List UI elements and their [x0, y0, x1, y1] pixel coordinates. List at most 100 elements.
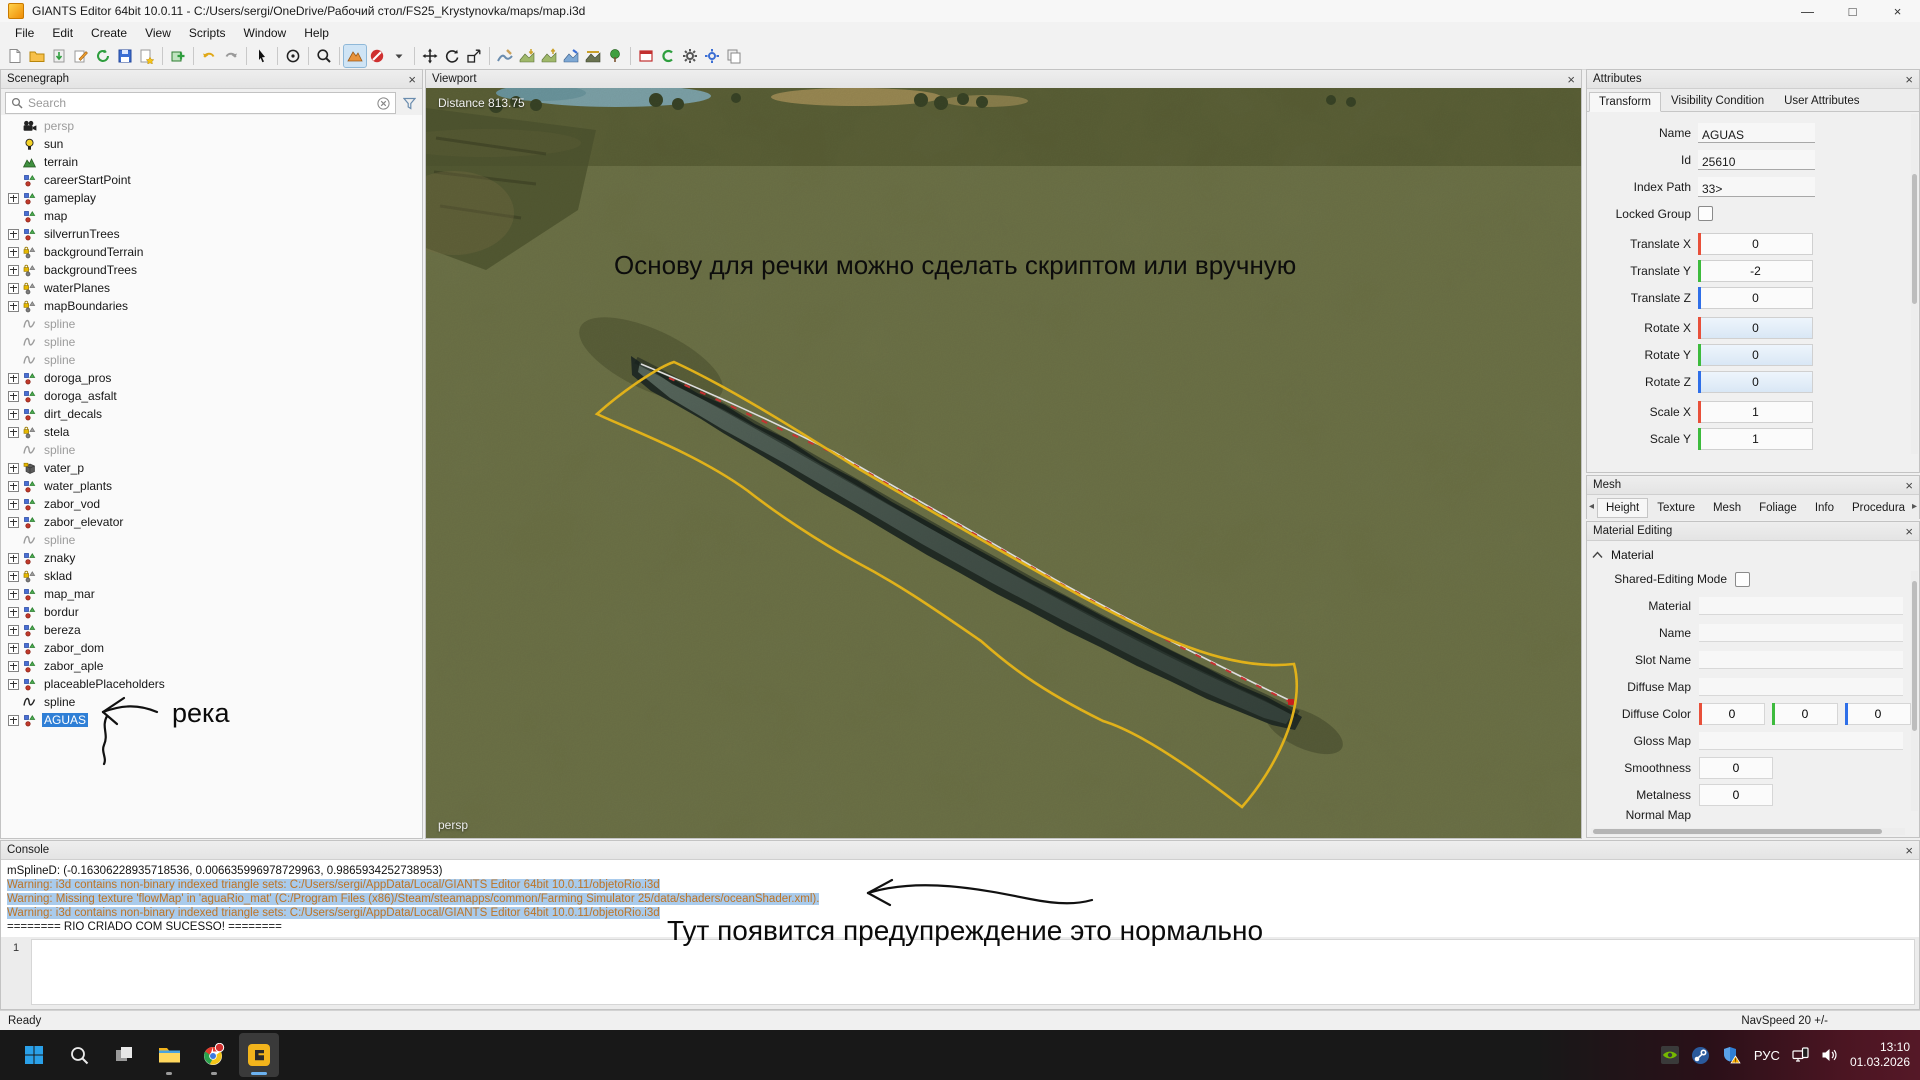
taskbar-search-icon[interactable]: [59, 1033, 99, 1077]
material-hscrollbar[interactable]: [1591, 828, 1905, 835]
script-input[interactable]: [31, 939, 1915, 1005]
orbit-tool-icon[interactable]: [282, 45, 304, 67]
smoothness-field[interactable]: 0: [1699, 757, 1773, 779]
tree-item-sun[interactable]: sun: [1, 135, 422, 153]
mesh-close-icon[interactable]: ×: [1905, 479, 1913, 492]
taskbar-giants-editor-icon[interactable]: [239, 1033, 279, 1077]
tree-item-map[interactable]: map: [1, 207, 422, 225]
expand-icon[interactable]: [8, 409, 19, 420]
tree-item-dirt_decals[interactable]: dirt_decals: [1, 405, 422, 423]
expand-icon[interactable]: [8, 499, 19, 510]
material-name-field[interactable]: [1699, 624, 1903, 642]
tree-item-water_plants[interactable]: water_plants: [1, 477, 422, 495]
shared-editing-checkbox[interactable]: [1735, 572, 1750, 587]
maximize-button[interactable]: □: [1830, 0, 1875, 22]
language-indicator[interactable]: РУС: [1754, 1048, 1780, 1063]
tree-item-spline[interactable]: spline: [1, 333, 422, 351]
search-input[interactable]: Search: [5, 92, 396, 114]
tree-item-persp[interactable]: persp: [1, 117, 422, 135]
expand-icon[interactable]: [8, 589, 19, 600]
script-refresh-tool-icon[interactable]: [657, 45, 679, 67]
attributes-scrollbar[interactable]: [1911, 114, 1918, 454]
reload-file-icon[interactable]: [92, 45, 114, 67]
foliage-add-tool-icon[interactable]: [604, 45, 626, 67]
undo-icon[interactable]: [198, 45, 220, 67]
tree-item-backgroundTrees[interactable]: backgroundTrees: [1, 261, 422, 279]
expand-icon[interactable]: [8, 715, 19, 726]
menu-scripts[interactable]: Scripts: [180, 24, 235, 42]
taskbar-task-view-icon[interactable]: [104, 1033, 144, 1077]
menu-view[interactable]: View: [136, 24, 180, 42]
tree-item-waterPlanes[interactable]: waterPlanes: [1, 279, 422, 297]
dropdown-arrow-icon[interactable]: [388, 45, 410, 67]
tree-item-bereza[interactable]: bereza: [1, 621, 422, 639]
tree-item-doroga_pros[interactable]: doroga_pros: [1, 369, 422, 387]
console-close-icon[interactable]: ×: [1905, 844, 1913, 857]
slot-name-field[interactable]: [1699, 651, 1903, 669]
field-translate-y[interactable]: -2: [1698, 260, 1813, 282]
terrain-lower-tool-icon[interactable]: [516, 45, 538, 67]
field-rotate-z[interactable]: 0: [1698, 371, 1813, 393]
mesh-tab-mesh[interactable]: Mesh: [1704, 498, 1750, 518]
expand-icon[interactable]: [8, 679, 19, 690]
menu-window[interactable]: Window: [235, 24, 296, 42]
menu-edit[interactable]: Edit: [43, 24, 82, 42]
terrain-level-tool-icon[interactable]: [582, 45, 604, 67]
expand-icon[interactable]: [8, 571, 19, 582]
add-object-icon[interactable]: [167, 45, 189, 67]
material-field[interactable]: [1699, 597, 1903, 615]
diffuse-map-field[interactable]: [1699, 678, 1903, 696]
taskbar-start-icon[interactable]: [14, 1033, 54, 1077]
clock[interactable]: 13:10 01.03.2026: [1850, 1040, 1910, 1070]
mesh-tab-texture[interactable]: Texture: [1648, 498, 1704, 518]
save-file-icon[interactable]: [114, 45, 136, 67]
expand-icon[interactable]: [8, 661, 19, 672]
expand-icon[interactable]: [8, 283, 19, 294]
field-translate-z[interactable]: 0: [1698, 287, 1813, 309]
terrain-raise-tool-icon[interactable]: [538, 45, 560, 67]
expand-icon[interactable]: [8, 193, 19, 204]
id-field[interactable]: 25610: [1698, 150, 1815, 170]
tree-item-careerStartPoint[interactable]: careerStartPoint: [1, 171, 422, 189]
select-tool-icon[interactable]: [251, 45, 273, 67]
taskbar-file-explorer-icon[interactable]: [149, 1033, 189, 1077]
material-scrollbar[interactable]: [1911, 571, 1918, 811]
expand-icon[interactable]: [8, 391, 19, 402]
expand-icon[interactable]: [8, 517, 19, 528]
terrain-paint-tool-icon[interactable]: [560, 45, 582, 67]
mesh-tab-info[interactable]: Info: [1806, 498, 1843, 518]
export-file-icon[interactable]: [136, 45, 158, 67]
tabs-scroll-left-icon[interactable]: ◂: [1589, 501, 1594, 512]
tree-item-zabor_dom[interactable]: zabor_dom: [1, 639, 422, 657]
redo-icon[interactable]: [220, 45, 242, 67]
tree-item-backgroundTerrain[interactable]: backgroundTerrain: [1, 243, 422, 261]
expand-icon[interactable]: [8, 229, 19, 240]
tree-item-spline[interactable]: spline: [1, 441, 422, 459]
tree-item-silverrunTrees[interactable]: silverrunTrees: [1, 225, 422, 243]
rotate-tool-icon[interactable]: [441, 45, 463, 67]
expand-icon[interactable]: [8, 373, 19, 384]
name-field[interactable]: AGUAS: [1698, 123, 1815, 143]
tree-item-stela[interactable]: stela: [1, 423, 422, 441]
expand-icon[interactable]: [8, 247, 19, 258]
tab-visibility-condition[interactable]: Visibility Condition: [1661, 91, 1774, 111]
metalness-field[interactable]: 0: [1699, 784, 1773, 806]
terrain-sculpt-tool-icon[interactable]: [494, 45, 516, 67]
menu-help[interactable]: Help: [295, 24, 338, 42]
tab-user-attributes[interactable]: User Attributes: [1774, 91, 1869, 111]
menu-file[interactable]: File: [6, 24, 43, 42]
tree-item-spline[interactable]: spline: [1, 315, 422, 333]
tray-nvidia-icon[interactable]: [1661, 1046, 1679, 1064]
network-icon[interactable]: [1792, 1047, 1809, 1063]
locked-group-checkbox[interactable]: [1698, 206, 1713, 221]
attributes-close-icon[interactable]: ×: [1905, 73, 1913, 86]
tree-item-vater_p[interactable]: vater_p: [1, 459, 422, 477]
minimize-button[interactable]: —: [1785, 0, 1830, 22]
field-scale-x[interactable]: 1: [1698, 401, 1813, 423]
zoom-tool-icon[interactable]: [313, 45, 335, 67]
volume-icon[interactable]: [1821, 1047, 1838, 1063]
tree-item-gameplay[interactable]: gameplay: [1, 189, 422, 207]
tray-defender-icon[interactable]: [1722, 1046, 1742, 1065]
diffuse-color-r-field[interactable]: 0: [1699, 703, 1765, 725]
tree-item-bordur[interactable]: bordur: [1, 603, 422, 621]
